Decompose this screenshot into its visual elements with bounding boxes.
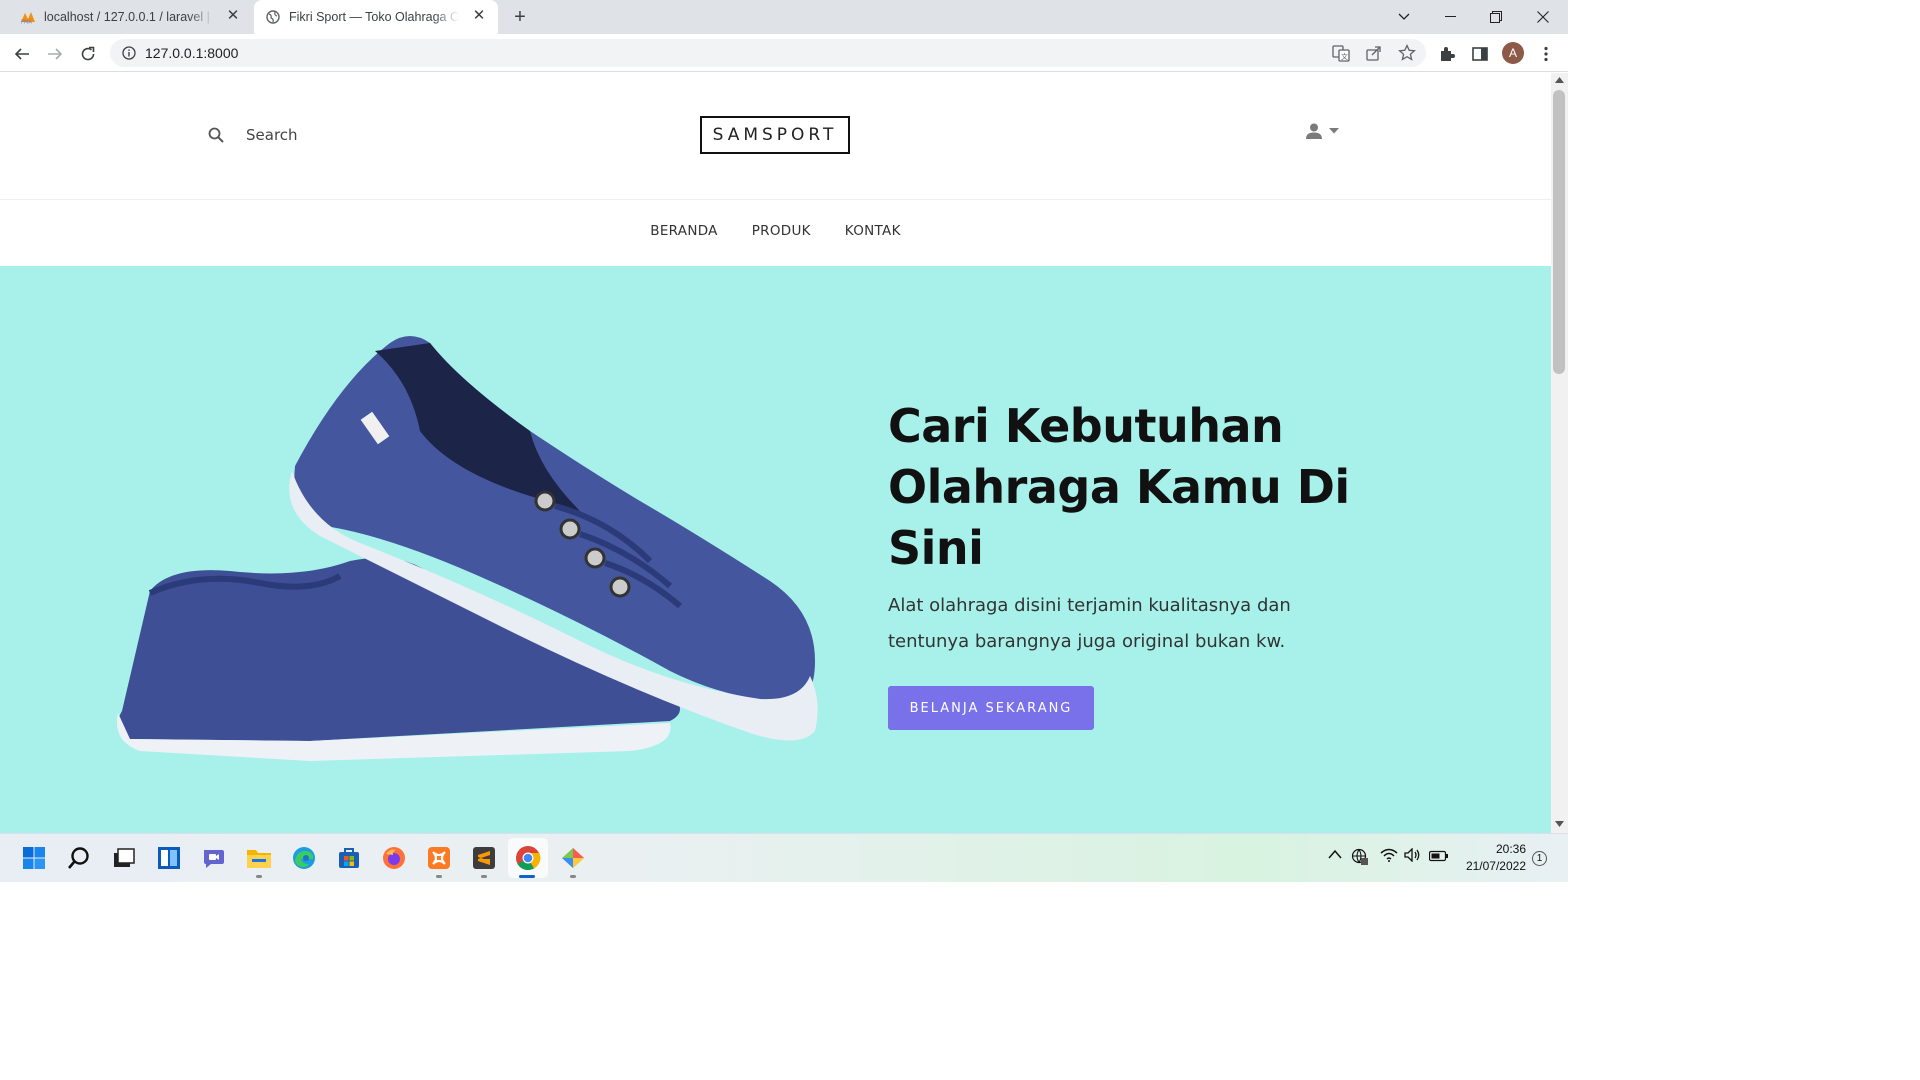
microsoft-store-icon[interactable] [335,844,363,872]
tab-phpmyadmin[interactable]: PMA localhost / 127.0.0.1 / laravel | ph… [10,0,252,34]
clock[interactable]: 20:36 21/07/2022 [1460,841,1526,875]
tab-title: Fikri Sport — Toko Olahraga Online [289,10,459,24]
running-indicator [256,875,262,878]
browser-toolbar: 127.0.0.1:8000 文 A [0,34,1568,72]
web-page: SAMSPORT BERANDA PRODUK KONTAK [0,73,1551,833]
nav-beranda[interactable]: BERANDA [650,223,717,239]
close-tab-icon[interactable]: ✕ [472,8,486,23]
site-logo[interactable]: SAMSPORT [700,116,850,154]
globe-icon [266,10,280,24]
header-divider [0,199,1551,200]
nav-kontak[interactable]: KONTAK [845,223,901,239]
scroll-down-icon[interactable] [1555,821,1564,827]
main-nav: BERANDA PRODUK KONTAK [0,223,1551,239]
address-bar[interactable]: 127.0.0.1:8000 文 [110,39,1426,67]
nav-produk[interactable]: PRODUK [752,223,811,239]
notification-badge[interactable]: 1 [1532,851,1547,866]
profile-avatar[interactable]: A [1502,42,1524,64]
task-view-icon[interactable] [110,844,138,872]
running-indicator [570,875,576,878]
scrollbar-thumb[interactable] [1553,90,1565,374]
reload-icon[interactable] [74,40,102,68]
close-tab-icon[interactable]: ✕ [226,8,240,23]
sublime-text-icon[interactable] [470,844,498,872]
battery-icon[interactable] [1429,850,1449,862]
tab-fikri-sport[interactable]: Fikri Sport — Toko Olahraga Online ✕ [254,0,498,34]
tab-title: localhost / 127.0.0.1 / laravel | phpMyA… [44,10,214,24]
back-icon[interactable] [8,40,36,68]
volume-icon[interactable] [1404,848,1422,862]
firefox-icon[interactable] [380,844,408,872]
site-info-icon[interactable] [122,46,136,60]
minimize-icon[interactable] [1427,0,1473,34]
svg-text:文: 文 [1341,52,1348,61]
chrome-icon[interactable] [514,844,542,872]
search-input[interactable] [246,126,406,144]
side-panel-icon[interactable] [1471,45,1489,63]
running-indicator [481,875,487,878]
forward-icon[interactable] [41,40,69,68]
network-globe-icon[interactable] [1351,848,1369,866]
search-icon[interactable] [208,127,224,143]
windows-taskbar: 20:36 21/07/2022 1 [0,833,1568,882]
chevron-up-icon[interactable] [1328,848,1342,862]
time-text: 20:36 [1495,842,1526,856]
new-tab-icon[interactable]: + [509,6,531,28]
running-indicator [436,875,442,878]
scroll-up-icon[interactable] [1555,77,1564,83]
wifi-icon[interactable] [1380,848,1398,862]
url-text: 127.0.0.1:8000 [145,45,239,61]
xampp-icon[interactable] [425,844,453,872]
start-icon[interactable] [20,844,48,872]
kebab-menu-icon[interactable] [1539,45,1553,63]
shoe-image [116,336,818,761]
svg-text:PMA: PMA [21,20,32,25]
user-icon [1306,123,1322,139]
active-indicator [519,875,535,878]
phpmyadmin-icon: PMA [21,12,35,25]
browser-tab-strip: PMA localhost / 127.0.0.1 / laravel | ph… [0,0,1568,34]
share-icon[interactable] [1365,44,1383,62]
hero-description: Alat olahraga disini terjamin kualitasny… [888,595,1291,652]
git-kraken-icon[interactable] [559,844,587,872]
site-search [208,123,406,147]
widgets-icon[interactable] [155,844,183,872]
extensions-icon[interactable] [1438,45,1456,63]
close-window-icon[interactable] [1520,0,1566,34]
bookmark-star-icon[interactable] [1398,44,1416,62]
edge-icon[interactable] [290,844,318,872]
restore-icon[interactable] [1473,0,1519,34]
search-taskbar-icon[interactable] [65,844,93,872]
teams-chat-icon[interactable] [200,844,228,872]
caret-down-icon [1329,128,1339,134]
shop-now-button[interactable]: BELANJA SEKARANG [888,686,1094,730]
tab-search-chevron-icon[interactable] [1381,0,1427,34]
user-menu[interactable] [1305,123,1339,139]
translate-icon[interactable]: 文 [1332,44,1350,62]
hero-title: Cari Kebutuhan Olahraga Kamu Di Sini [888,399,1350,575]
date-text: 21/07/2022 [1465,859,1526,873]
file-explorer-icon[interactable] [245,844,273,872]
hero-section: Cari Kebutuhan Olahraga Kamu Di Sini Ala… [0,266,1551,833]
